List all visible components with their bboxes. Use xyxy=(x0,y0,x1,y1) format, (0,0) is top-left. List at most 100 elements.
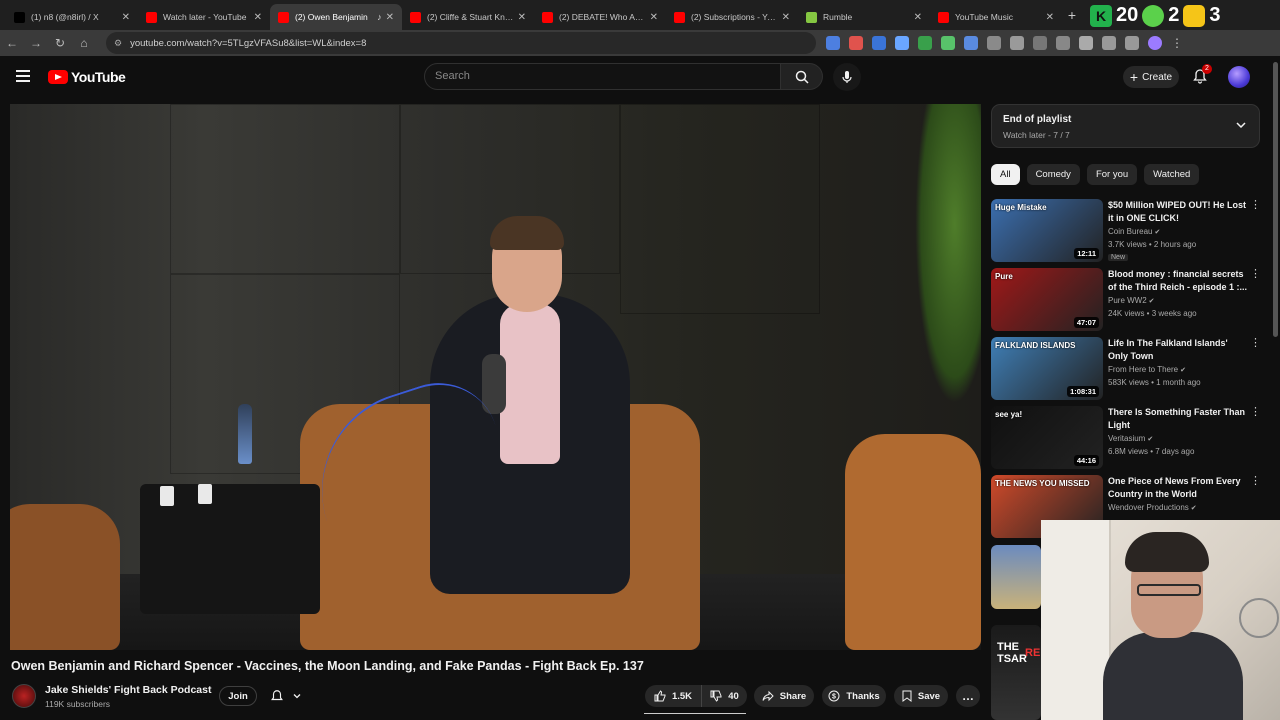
thanks-button[interactable]: $ Thanks xyxy=(822,685,886,707)
video-thumbnail[interactable]: Pure 47:07 xyxy=(991,268,1103,331)
extension-icon[interactable] xyxy=(987,36,1001,50)
browser-tab[interactable]: (1) n8 (@n8irl) / X ✕ xyxy=(6,4,138,30)
recommendation-item[interactable]: Pure 47:07 Blood money : financial secrets… xyxy=(991,268,1261,334)
browser-tab[interactable]: (2) Owen Benjamin ♪ ✕ xyxy=(270,4,402,30)
extension-icon[interactable] xyxy=(1102,36,1116,50)
recommendation-item[interactable]: see ya! 44:16 There Is Something Faster Th… xyxy=(991,406,1261,472)
close-tab-icon[interactable]: ✕ xyxy=(254,12,262,23)
extension-icon[interactable] xyxy=(1056,36,1070,50)
browser-tab[interactable]: (2) Cliffe & Stuart Knech ✕ xyxy=(402,4,534,30)
extension-icon[interactable] xyxy=(941,36,955,50)
more-vertical-icon[interactable]: ⋮ xyxy=(1250,406,1261,418)
close-tab-icon[interactable]: ✕ xyxy=(650,12,658,23)
more-vertical-icon[interactable]: ⋮ xyxy=(1250,337,1261,349)
filter-chip[interactable]: For you xyxy=(1086,164,1138,185)
recommendation-title[interactable]: $50 Million WIPED OUT! He Lost it in ONE… xyxy=(1108,199,1248,225)
subscribe-notification-button[interactable] xyxy=(266,686,312,706)
more-vertical-icon[interactable]: ⋮ xyxy=(1250,199,1261,211)
join-button[interactable]: Join xyxy=(219,686,257,706)
reload-icon[interactable]: ↻ xyxy=(48,36,72,50)
more-actions-button[interactable]: … xyxy=(956,685,980,707)
recommendation-channel[interactable]: Veritasium ✔ xyxy=(1108,434,1153,443)
search-button[interactable] xyxy=(781,63,823,90)
extension-icon[interactable] xyxy=(1010,36,1024,50)
extension-icon[interactable] xyxy=(1079,36,1093,50)
extension-icon[interactable] xyxy=(826,36,840,50)
filter-chip[interactable]: Watched xyxy=(1144,164,1200,185)
more-vertical-icon[interactable]: ⋮ xyxy=(1250,268,1261,280)
recommendation-meta: 583K views • 1 month ago xyxy=(1108,378,1201,387)
filter-chip[interactable]: Comedy xyxy=(1026,164,1080,185)
back-icon[interactable]: ← xyxy=(0,36,24,50)
audio-playing-icon[interactable]: ♪ xyxy=(377,12,382,22)
recommendation-title[interactable]: There Is Something Faster Than Light xyxy=(1108,406,1248,432)
close-tab-icon[interactable]: ✕ xyxy=(1046,12,1054,23)
browser-tab[interactable]: Watch later - YouTube ✕ xyxy=(138,4,270,30)
recommendation-channel[interactable]: From Here to There ✔ xyxy=(1108,365,1186,374)
video-thumbnail[interactable]: see ya! 44:16 xyxy=(991,406,1103,469)
channel-name-text: Coin Bureau xyxy=(1108,227,1153,236)
browser-menu-icon[interactable]: ⋮ xyxy=(1171,36,1185,50)
video-thumbnail[interactable] xyxy=(991,545,1041,609)
close-tab-icon[interactable]: ✕ xyxy=(914,12,922,23)
profile-icon[interactable] xyxy=(1148,36,1162,50)
save-button[interactable]: Save xyxy=(894,685,948,707)
account-avatar[interactable] xyxy=(1228,66,1250,88)
voice-search-button[interactable] xyxy=(833,63,861,91)
chair xyxy=(10,504,120,650)
video-thumbnail[interactable]: THE TSAR RED xyxy=(991,625,1048,720)
recommendation-channel[interactable]: Coin Bureau ✔ xyxy=(1108,227,1160,236)
extension-icon[interactable] xyxy=(1125,36,1139,50)
recommendation-item[interactable]: Huge Mistake 12:11 $50 Million WIPED OUT! … xyxy=(991,199,1261,265)
video-player[interactable] xyxy=(10,104,981,650)
browser-tab[interactable]: (2) DEBATE! Who Are th ✕ xyxy=(534,4,666,30)
channel-avatar[interactable] xyxy=(12,684,36,708)
thanks-icon: $ xyxy=(828,690,840,702)
channel-name[interactable]: Jake Shields' Fight Back Podcast xyxy=(45,684,211,696)
sidebar-scrollbar[interactable] xyxy=(1273,62,1278,337)
youtube-logo[interactable]: YouTube xyxy=(48,69,126,85)
extension-icon[interactable] xyxy=(872,36,886,50)
video-thumbnail[interactable]: Huge Mistake 12:11 xyxy=(991,199,1103,262)
home-icon[interactable]: ⌂ xyxy=(72,36,96,50)
close-tab-icon[interactable]: ✕ xyxy=(782,12,790,23)
browser-tab[interactable]: YouTube Music ✕ xyxy=(930,4,1062,30)
search-input[interactable]: Search xyxy=(424,63,781,90)
hamburger-menu-icon[interactable] xyxy=(16,70,30,82)
recommendation-item[interactable]: FALKLAND ISLANDS 1:08:31 Life In The Falkl… xyxy=(991,337,1261,403)
share-button[interactable]: Share xyxy=(754,685,814,707)
close-tab-icon[interactable]: ✕ xyxy=(122,12,130,23)
webcam-person-body xyxy=(1103,632,1243,720)
extension-icon[interactable] xyxy=(918,36,932,50)
close-tab-icon[interactable]: ✕ xyxy=(386,12,394,23)
more-vertical-icon[interactable]: ⋮ xyxy=(1250,475,1261,487)
chevron-down-icon[interactable] xyxy=(1235,119,1247,131)
dislike-button[interactable]: 40 xyxy=(701,685,747,707)
forward-icon[interactable]: → xyxy=(24,36,48,50)
recommendation-title[interactable]: One Piece of News From Every Country in … xyxy=(1108,475,1248,501)
browser-tab[interactable]: (2) Subscriptions - YouT ✕ xyxy=(666,4,798,30)
new-tab-icon[interactable]: + xyxy=(1062,7,1082,23)
recommendation-meta: 3.7K views • 2 hours ago xyxy=(1108,240,1197,249)
recommendation-title[interactable]: Blood money : financial secrets of the T… xyxy=(1108,268,1248,294)
save-label: Save xyxy=(917,690,941,702)
filter-chip[interactable]: All xyxy=(991,164,1020,185)
channel-name-text: Pure WW2 xyxy=(1108,296,1147,305)
extension-icon[interactable] xyxy=(895,36,909,50)
playlist-panel[interactable]: End of playlist Watch later - 7 / 7 xyxy=(991,104,1260,148)
notifications-button[interactable]: 2 xyxy=(1192,64,1212,86)
browser-tab[interactable]: Rumble ✕ xyxy=(798,4,930,30)
create-button[interactable]: + Create xyxy=(1123,66,1179,88)
recommendation-channel[interactable]: Pure WW2 ✔ xyxy=(1108,296,1155,305)
recommendation-title[interactable]: Life In The Falkland Islands' Only Town xyxy=(1108,337,1248,363)
recommendation-channel[interactable]: Wendover Productions ✔ xyxy=(1108,503,1197,512)
video-thumbnail[interactable]: FALKLAND ISLANDS 1:08:31 xyxy=(991,337,1103,400)
like-button[interactable]: 1.5K xyxy=(645,685,701,707)
close-tab-icon[interactable]: ✕ xyxy=(518,12,526,23)
extension-icon[interactable] xyxy=(849,36,863,50)
extension-icon[interactable] xyxy=(964,36,978,50)
extension-icon[interactable] xyxy=(1033,36,1047,50)
site-info-icon[interactable]: ⚙ xyxy=(114,38,122,49)
address-bar[interactable]: ⚙ youtube.com/watch?v=5TLgzVFASu8&list=W… xyxy=(106,32,816,54)
cup xyxy=(160,486,174,506)
